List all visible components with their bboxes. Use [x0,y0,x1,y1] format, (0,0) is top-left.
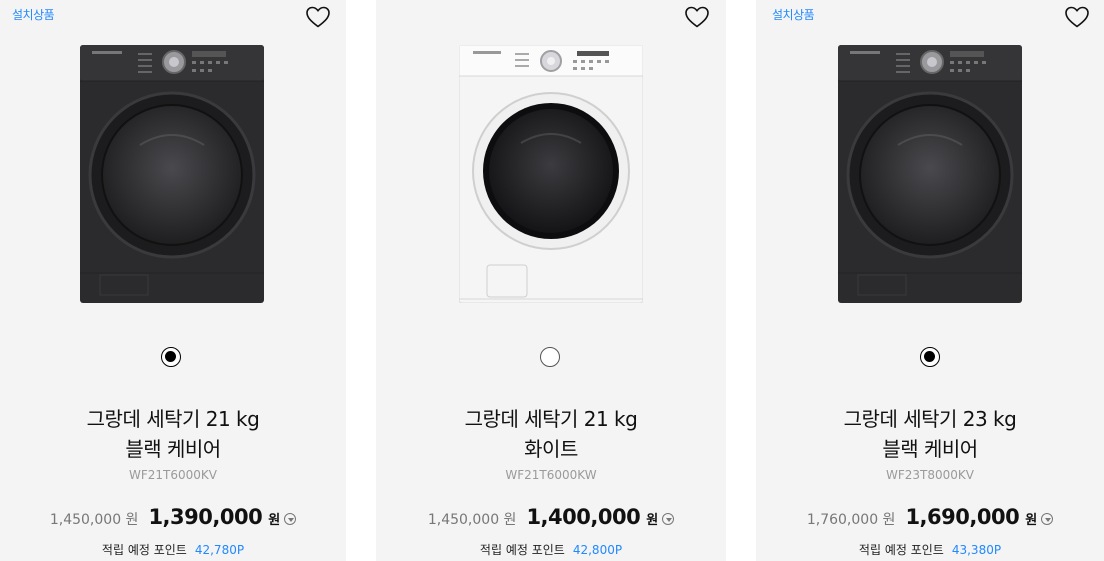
original-price: 1,450,000 원 [427,512,517,528]
color-swatch-white[interactable] [540,347,560,367]
model-number: WF21T6000KV [129,468,217,482]
points-value: 43,380P [951,543,1002,557]
product-image[interactable] [838,45,1022,303]
model-number: WF23T8000KV [886,468,974,482]
install-badge: 설치상품 [12,8,55,22]
sale-price: 1,400,000 [526,505,641,529]
price-row: 1,450,000 원 1,400,000 원 [376,505,726,529]
product-name-line1: 그랑데 세탁기 23 kg [843,407,1017,431]
points-row: 적립 예정 포인트 42,780P [0,541,346,558]
sale-price: 1,390,000 [148,505,263,529]
product-name[interactable]: 그랑데 세탁기 23 kg 블랙 케비어 [756,404,1104,464]
product-name-line2: 블랙 케비어 [882,437,978,461]
color-swatch-black[interactable] [161,347,181,367]
heart-icon[interactable] [684,5,710,29]
install-badge: 설치상품 [772,8,815,22]
currency-label: 원 [1025,513,1038,528]
sale-price: 1,690,000 [905,505,1020,529]
product-image[interactable] [80,45,264,303]
currency-label: 원 [268,513,281,528]
product-card[interactable]: 그랑데 세탁기 21 kg 화이트 WF21T6000KW 1,450,000 … [376,0,726,561]
points-row: 적립 예정 포인트 42,800P [376,541,726,558]
product-name-line2: 블랙 케비어 [125,437,221,461]
original-price: 1,760,000 원 [806,512,896,528]
price-row: 1,450,000 원 1,390,000 원 [0,505,346,529]
product-card[interactable]: 설치상품 그랑데 세탁기 21 kg 블랙 케비어 WF21T6000KV 1,… [0,0,346,561]
price-detail-dropdown-icon[interactable] [284,513,297,525]
product-name[interactable]: 그랑데 세탁기 21 kg 블랙 케비어 [0,404,346,464]
heart-icon[interactable] [305,5,331,29]
currency-label: 원 [646,513,659,528]
product-card[interactable]: 설치상품 그랑데 세탁기 23 kg 블랙 케비어 WF23T8000KV 1,… [756,0,1104,561]
points-value: 42,800P [572,543,623,557]
price-detail-dropdown-icon[interactable] [1041,513,1054,525]
product-name-line1: 그랑데 세탁기 21 kg [86,407,260,431]
product-name-line1: 그랑데 세탁기 21 kg [464,407,638,431]
model-number: WF21T6000KW [505,468,597,482]
product-name-line2: 화이트 [524,437,578,461]
heart-icon[interactable] [1064,5,1090,29]
original-price: 1,450,000 원 [49,512,139,528]
points-label: 적립 예정 포인트 [479,543,565,557]
points-label: 적립 예정 포인트 [101,543,187,557]
product-name[interactable]: 그랑데 세탁기 21 kg 화이트 [376,404,726,464]
points-row: 적립 예정 포인트 43,380P [756,541,1104,558]
price-detail-dropdown-icon[interactable] [662,513,675,525]
points-value: 42,780P [194,543,245,557]
points-label: 적립 예정 포인트 [858,543,944,557]
price-row: 1,760,000 원 1,690,000 원 [756,505,1104,529]
product-image[interactable] [458,44,644,304]
color-swatch-black[interactable] [920,347,940,367]
